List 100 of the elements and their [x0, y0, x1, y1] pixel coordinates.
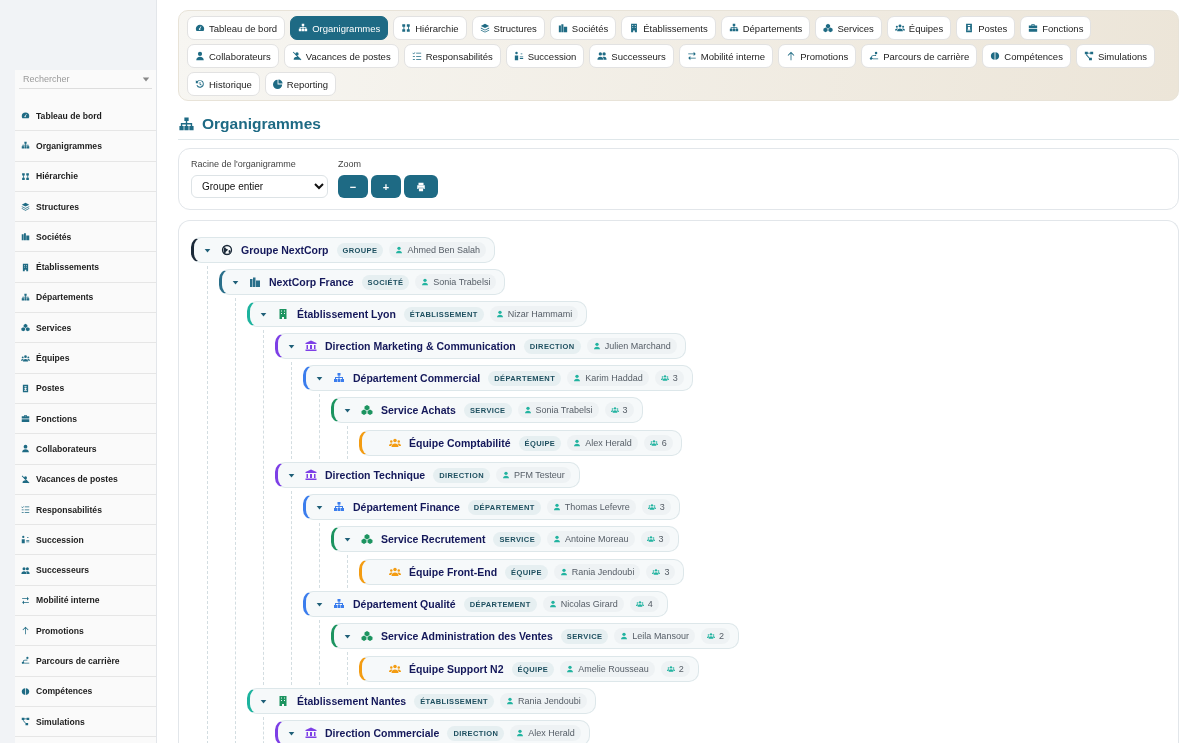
sidebar-item[interactable]: Succession	[15, 525, 156, 556]
cubes-icon	[21, 323, 30, 333]
nav-tab[interactable]: Mobilité interne	[678, 44, 774, 68]
sidebar-item[interactable]: Responsabilités	[15, 494, 156, 526]
caret-icon[interactable]	[232, 278, 239, 286]
nav-tab[interactable]: Parcours de carrière	[861, 44, 978, 68]
institution-icon	[305, 469, 317, 481]
print-button[interactable]	[404, 175, 438, 198]
sidebar-item-label: Postes	[36, 383, 65, 394]
sidebar-item[interactable]: Successeurs	[15, 555, 156, 586]
person-icon	[559, 568, 568, 576]
sidebar-item[interactable]: Parcours de carrière	[15, 646, 156, 677]
person-icon	[395, 246, 404, 254]
sidebar-item[interactable]: Promotions	[15, 616, 156, 647]
sidebar-item-label: Fonctions	[36, 413, 78, 424]
sidebar-item[interactable]: Fonctions	[15, 403, 156, 435]
zoom-in-button[interactable]: +	[371, 175, 401, 198]
nav-tab[interactable]: Postes	[956, 16, 1016, 40]
manager-name: Sonia Trabelsi	[433, 277, 491, 287]
network-icon	[401, 23, 412, 33]
nav-tab[interactable]: Successeurs	[589, 44, 674, 68]
nav-tab[interactable]: Services	[815, 16, 882, 40]
sidebar-item-label: Mobilité interne	[36, 595, 100, 606]
nav-tab[interactable]: Organigrammes	[290, 16, 389, 40]
sidebar-item[interactable]: Établissements	[15, 252, 156, 283]
sidebar-item[interactable]: Hiérarchie	[15, 161, 156, 192]
sidebar-item[interactable]: Mobilité interne	[15, 585, 156, 617]
sidebar-item[interactable]: Structures	[15, 191, 156, 223]
history-icon	[195, 79, 205, 89]
nav-tab[interactable]: Équipes	[886, 16, 952, 40]
nav-tab[interactable]: Succession	[505, 44, 585, 68]
layers-icon	[21, 202, 30, 212]
people-icon	[652, 568, 661, 576]
sidebar-item-label: Collaborateurs	[36, 443, 97, 454]
people-icon	[389, 566, 401, 578]
caret-icon[interactable]	[316, 600, 323, 608]
ranking-icon	[513, 51, 524, 61]
caret-icon[interactable]	[316, 374, 323, 382]
sidebar-item[interactable]: Vacances de postes	[15, 464, 156, 495]
nav-tab[interactable]: Hiérarchie	[393, 16, 467, 40]
person-icon	[553, 535, 562, 543]
caret-icon[interactable]	[288, 342, 295, 350]
person-icon	[620, 632, 629, 640]
nav-tab[interactable]: Historique	[187, 72, 260, 96]
buildings-icon	[557, 23, 568, 33]
cubes-icon	[361, 630, 373, 642]
nav-tab[interactable]: Sociétés	[549, 16, 617, 40]
caret-icon[interactable]	[204, 246, 211, 254]
node-name: Établissement Lyon	[297, 308, 396, 320]
nav-tab[interactable]: Tableau de bord	[187, 16, 286, 40]
caret-icon[interactable]	[344, 632, 351, 640]
node-name: Équipe Front-End	[409, 566, 498, 578]
sidebar-item[interactable]: Équipes	[15, 343, 156, 374]
checklist-icon	[411, 51, 422, 61]
caret-icon[interactable]	[316, 503, 323, 511]
caret-icon[interactable]	[260, 697, 267, 705]
manager-name: Nizar Hammami	[507, 309, 573, 319]
nav-tab[interactable]: Reporting	[264, 72, 336, 96]
zoom-out-button[interactable]: −	[338, 175, 368, 198]
manager-name: Leila Mansour	[632, 631, 689, 641]
nav-tab[interactable]: Établissements	[621, 16, 716, 40]
badge-icon	[21, 383, 30, 393]
search-field[interactable]: Rechercher	[21, 73, 142, 85]
sidebar-item[interactable]: Collaborateurs	[15, 434, 156, 465]
nav-tab[interactable]: Simulations	[1075, 44, 1155, 68]
nav-tab[interactable]: Responsabilités	[403, 44, 501, 68]
member-count: 4	[647, 599, 653, 609]
person-icon	[592, 342, 601, 350]
nav-tab[interactable]: Vacances de postes	[283, 44, 399, 68]
nav-tab[interactable]: Compétences	[982, 44, 1071, 68]
nav-tab[interactable]: Collaborateurs	[187, 44, 279, 68]
caret-icon[interactable]	[288, 471, 295, 479]
nav-tab[interactable]: Fonctions	[1020, 16, 1092, 40]
network-icon	[21, 171, 30, 181]
manager-name: Rania Jendoubi	[518, 696, 581, 706]
caret-icon[interactable]	[344, 406, 351, 414]
caret-icon[interactable]	[344, 535, 351, 543]
sidebar-item[interactable]: Postes	[15, 373, 156, 404]
nav-tab[interactable]: Structures	[471, 16, 545, 40]
manager-name: Amelie Rousseau	[578, 664, 649, 674]
cubes-icon	[361, 533, 373, 545]
diagram-icon	[1083, 51, 1094, 61]
member-count: 2	[718, 631, 724, 641]
dropdown-arrow-icon[interactable]	[142, 75, 150, 83]
sidebar-item[interactable]: Tableau de bord	[15, 101, 156, 132]
nav-tab[interactable]: Départements	[720, 16, 811, 40]
sidebar-item[interactable]: Départements	[15, 282, 156, 314]
sidebar-item[interactable]: Organigrammes	[15, 131, 156, 162]
sidebar-item[interactable]: Compétences	[15, 676, 156, 707]
building-icon	[277, 695, 289, 707]
sidebar-item[interactable]: Services	[15, 313, 156, 344]
root-select[interactable]: Groupe entier	[191, 175, 328, 198]
caret-icon[interactable]	[260, 310, 267, 318]
nav-tab[interactable]: Promotions	[778, 44, 857, 68]
caret-icon[interactable]	[288, 729, 295, 737]
sidebar-item[interactable]: Simulations	[15, 706, 156, 738]
ranking-icon	[21, 535, 30, 545]
sidebar-item[interactable]: Sociétés	[15, 222, 156, 253]
manager-name: PFM Testeur	[514, 470, 565, 480]
route-icon	[21, 656, 30, 666]
